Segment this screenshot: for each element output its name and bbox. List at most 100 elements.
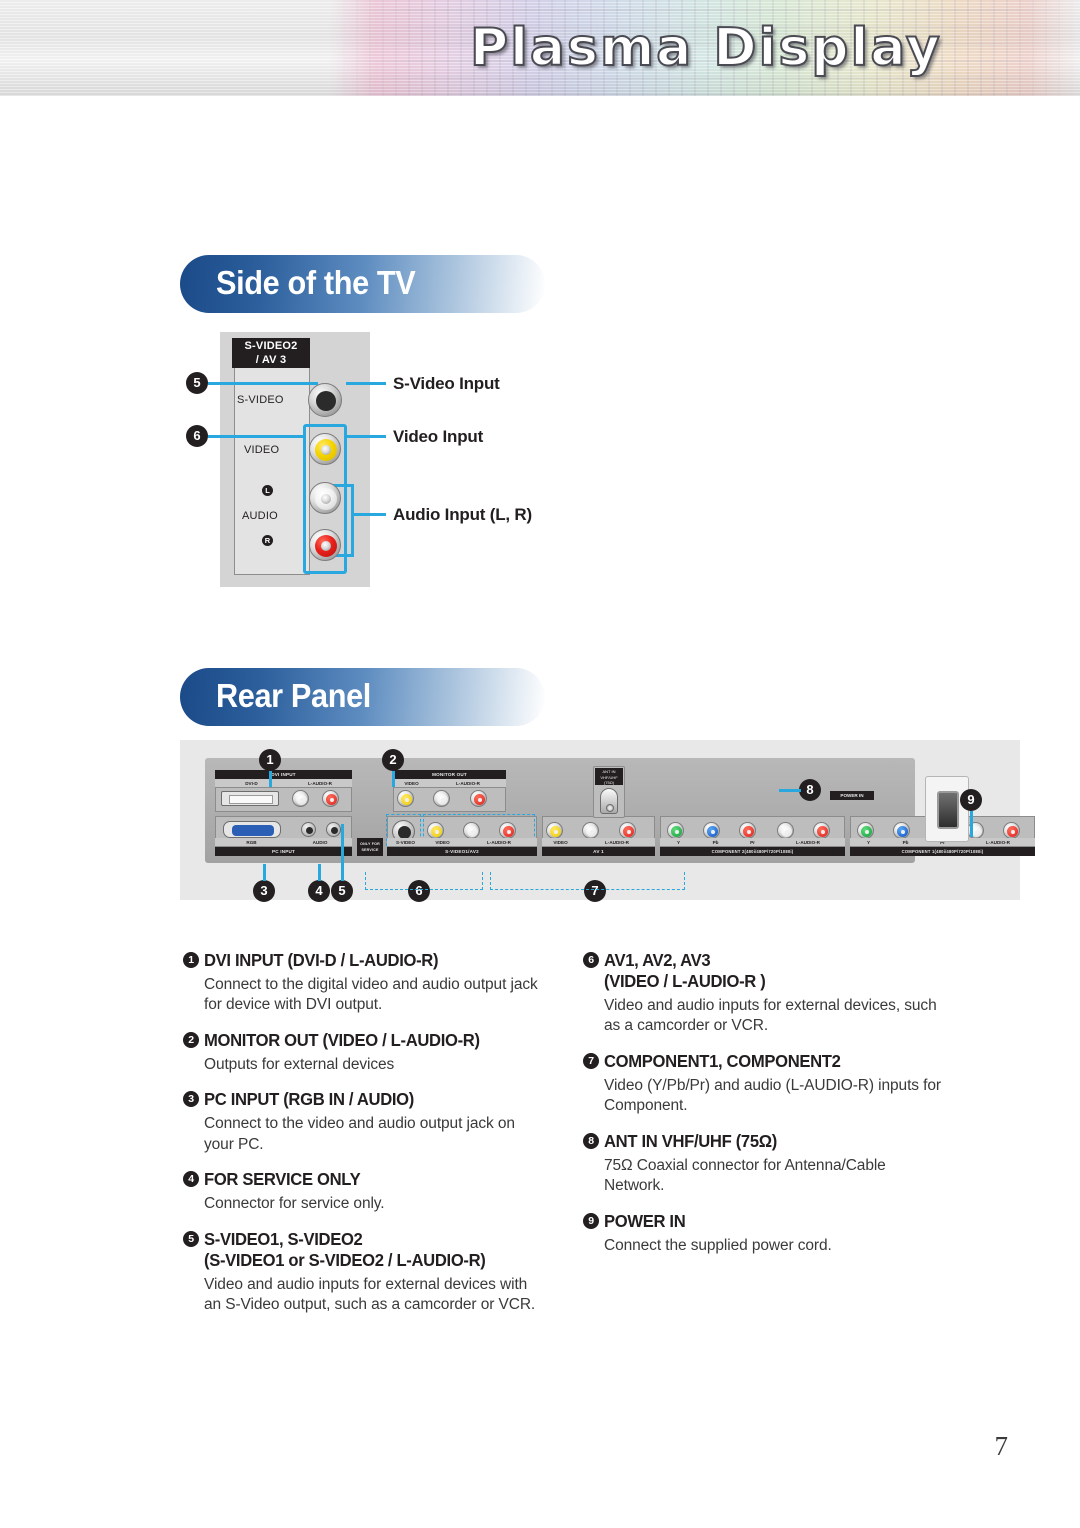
rear-callout-number-1: 1 <box>259 749 281 771</box>
rear-power-socket-housing <box>925 776 969 842</box>
rear-callout-number-5: 5 <box>331 880 353 902</box>
rear-leader-3 <box>263 864 266 881</box>
rear-label-dvi-audio: L-AUDIO-R <box>288 779 352 788</box>
ant-in-line3: (75Ω) <box>603 780 615 786</box>
side-callout-label-audio: Audio Input (L, R) <box>393 505 532 524</box>
rear-jack-ant-coax <box>600 788 618 814</box>
description-body: Outputs for external devices <box>204 1055 395 1073</box>
rear-label-svideo1-av2-header: S-VIDEO1/AV2 <box>387 847 537 856</box>
section-heading-rear-panel: Rear Panel <box>180 668 545 726</box>
rear-label-dvi-d: DVI-D <box>215 779 288 788</box>
description-item: 9 POWER IN Connect the supplied power cord… <box>583 1211 943 1256</box>
description-heading: 3 PC INPUT (RGB IN / AUDIO) <box>183 1089 543 1110</box>
rear-callout-number-4: 4 <box>308 880 330 902</box>
description-body: Video and audio inputs for external devi… <box>604 997 937 1035</box>
description-item: 4 FOR SERVICE ONLY Connector for service o… <box>183 1169 543 1214</box>
side-jack-audio-left <box>309 482 341 514</box>
description-heading-text: AV1, AV2, AV3 <box>604 950 711 970</box>
side-jack-video <box>309 433 341 465</box>
rear-jack-dvi-d <box>221 791 279 806</box>
descriptions-right-column: 6 AV1, AV2, AV3 (VIDEO / L-AUDIO-R ) Video … <box>583 950 943 1270</box>
description-heading-text: COMPONENT1, COMPONENT2 <box>604 1050 841 1071</box>
rear-leader-1 <box>269 771 272 787</box>
rear-label-av1-header: AV 1 <box>542 847 655 856</box>
rear-label-monitor-video: VIDEO <box>393 779 430 788</box>
page-number: 7 <box>994 1431 1009 1461</box>
description-subheading: (VIDEO / L-AUDIO-R ) <box>604 971 766 991</box>
rear-jack-comp1-y <box>857 822 874 839</box>
rear-label-pc-input-header: PC INPUT <box>215 847 352 856</box>
description-number-badge: 5 <box>183 1230 199 1247</box>
rear-label-av2-video: VIDEO <box>424 838 461 847</box>
rear-label-comp1-header: COMPONENT 1(480i/480P/720P/1080i) <box>850 847 1035 856</box>
side-callout-label-video: Video Input <box>393 427 484 446</box>
audio-left-hole <box>321 494 331 504</box>
description-number-badge: 2 <box>183 1031 199 1048</box>
rear-leader-9 <box>970 811 973 837</box>
rear-jack-comp1-audio-right <box>1003 822 1020 839</box>
video-jack-hole <box>321 445 331 455</box>
side-leader-line-6 <box>208 435 303 438</box>
description-heading-text: DVI INPUT (DVI-D / L-AUDIO-R) <box>204 950 439 970</box>
side-label-right-badge: R <box>262 535 273 546</box>
audio-right-hole <box>321 541 331 551</box>
rear-leader-8 <box>779 789 801 792</box>
rear-label-dvi-input-header: DVI INPUT <box>215 770 352 779</box>
description-body: Connect to the video and audio output ja… <box>204 1115 515 1153</box>
description-heading: 8 ANT IN VHF/UHF (75Ω) <box>583 1131 943 1152</box>
description-item: 8 ANT IN VHF/UHF (75Ω) 75Ω Coaxial connect… <box>583 1131 943 1197</box>
page-banner: Plasma Display <box>0 0 1080 96</box>
rear-jack-comp2-pr <box>739 822 756 839</box>
rear-label-service-header: ONLY FOR SERVICE <box>357 838 383 856</box>
rear-jack-av2-video <box>427 822 444 839</box>
description-heading-text: ANT IN VHF/UHF (75Ω) <box>604 1130 777 1151</box>
rear-jack-monitor-video <box>397 790 414 807</box>
side-callout-number-5: 5 <box>186 372 208 394</box>
rear-label-comp2-y: Y <box>660 838 697 847</box>
rear-callout-number-2: 2 <box>382 749 404 771</box>
side-label-video: VIDEO <box>244 444 280 456</box>
rear-jack-dvi-audio-left <box>292 790 309 807</box>
side-callout-number-6: 6 <box>186 425 208 447</box>
description-item: 2 MONITOR OUT (VIDEO / L-AUDIO-R) Outputs … <box>183 1030 543 1075</box>
side-jack-audio-right <box>309 529 341 561</box>
rear-label-comp1-audio: L-AUDIO-R <box>961 838 1035 847</box>
description-number-badge: 3 <box>183 1091 199 1108</box>
description-subheading: (S-VIDEO1 or S-VIDEO2 / L-AUDIO-R) <box>204 1249 486 1270</box>
rear-label-comp1-y: Y <box>850 838 887 847</box>
side-tag-line1: S-VIDEO2 <box>244 340 298 352</box>
description-body: Video and audio inputs for external devi… <box>204 1275 536 1314</box>
rear-leader-2 <box>392 771 395 787</box>
description-heading-text: PC INPUT (RGB IN / AUDIO) <box>204 1089 414 1110</box>
rear-jack-comp1-pb <box>893 822 910 839</box>
description-heading: 9 POWER IN <box>583 1211 943 1232</box>
side-leader-line-6b <box>346 435 386 438</box>
description-body: Connect to the digital video and audio o… <box>204 976 538 1014</box>
rear-label-rgb: RGB <box>215 838 288 847</box>
description-number-badge: 6 <box>583 952 599 968</box>
description-heading: 5 S-VIDEO1, S-VIDEO2 <box>183 1229 543 1250</box>
rear-label-comp2-header: COMPONENT 2(480i/480P/720P/1080i) <box>660 847 845 856</box>
rear-panel-chassis: DVI INPUT DVI-D L-AUDIO-R MONITOR OUT VI… <box>205 758 1035 863</box>
rear-label-monitor-audio: L-AUDIO-R <box>430 779 506 788</box>
description-heading: 6 AV1, AV2, AV3 <box>583 950 943 971</box>
rear-leader-4 <box>318 864 321 881</box>
section-heading-side-label: Side of the TV <box>216 264 416 301</box>
description-number-badge: 4 <box>183 1171 199 1188</box>
side-label-svideo: S-VIDEO <box>237 394 284 406</box>
description-item: 3 PC INPUT (RGB IN / AUDIO) Connect to the… <box>183 1089 543 1155</box>
rear-jack-service <box>326 822 341 837</box>
rear-jack-monitor-audio-right <box>470 790 487 807</box>
description-heading-text: S-VIDEO1, S-VIDEO2 <box>204 1228 363 1249</box>
rear-dashed-bracket-7 <box>490 872 685 890</box>
rear-jack-pc-audio <box>301 822 316 837</box>
description-item: 5 S-VIDEO1, S-VIDEO2 (S-VIDEO1 or S-VIDEO2… <box>183 1229 543 1316</box>
rear-jack-av1-audio-left <box>582 822 599 839</box>
description-heading: 1 DVI INPUT (DVI-D / L-AUDIO-R) <box>183 950 543 971</box>
rear-jack-monitor-audio-left <box>433 790 450 807</box>
description-heading-text: POWER IN <box>604 1210 686 1231</box>
descriptions-left-column: 1 DVI INPUT (DVI-D / L-AUDIO-R) Connect to… <box>183 950 543 1330</box>
description-item: 1 DVI INPUT (DVI-D / L-AUDIO-R) Connect to… <box>183 950 543 1016</box>
side-leader-line-5b <box>346 382 386 385</box>
description-number-badge: 9 <box>583 1212 599 1229</box>
